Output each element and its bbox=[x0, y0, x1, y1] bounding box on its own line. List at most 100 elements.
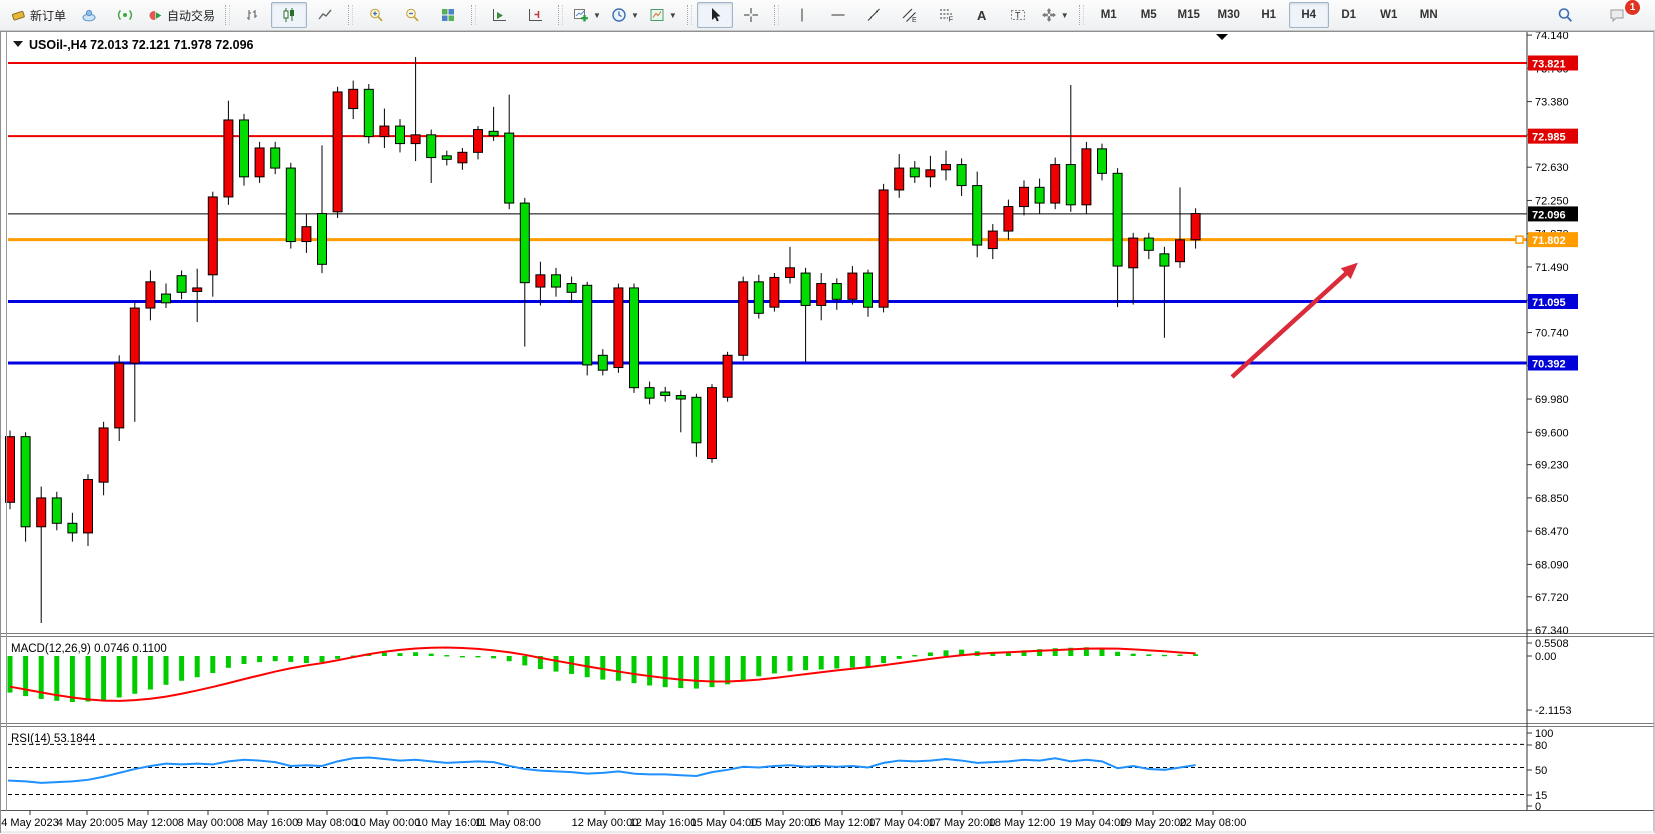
channel-icon: E bbox=[902, 7, 918, 23]
notifications-button[interactable]: 1 bbox=[1599, 2, 1635, 28]
candle-body bbox=[37, 498, 46, 527]
timeframe-m30[interactable]: M30 bbox=[1209, 2, 1249, 28]
axis-tick-label: 68.470 bbox=[1535, 526, 1569, 538]
candle-body bbox=[520, 203, 529, 283]
axis-tick-label: 70.740 bbox=[1535, 328, 1569, 340]
toolbar-group-timeframes: M1M5M15M30 H1 H4 D1 W1 MN bbox=[1089, 0, 1449, 30]
signals-button[interactable] bbox=[107, 2, 143, 28]
chart-area[interactable]: 74.14073.76073.38073.00072.63072.25071.8… bbox=[0, 31, 1655, 834]
indicators-button[interactable]: ▼ bbox=[568, 2, 606, 28]
macd-bar bbox=[117, 656, 122, 698]
axis-tick-label: 74.140 bbox=[1535, 31, 1569, 42]
candle-body bbox=[1082, 149, 1091, 205]
svg-text:T: T bbox=[1015, 11, 1021, 21]
equidistant-channel-button[interactable]: E bbox=[892, 2, 928, 28]
candle-body bbox=[489, 131, 498, 135]
charts-community-button[interactable] bbox=[71, 2, 107, 28]
candle-body bbox=[115, 363, 124, 428]
macd-bar bbox=[741, 656, 746, 680]
arrows-button[interactable]: ▼ bbox=[1036, 2, 1074, 28]
candle-body bbox=[598, 355, 607, 370]
macd-bar bbox=[164, 656, 169, 685]
candle-body bbox=[614, 288, 623, 368]
dropdown-arrow-icon[interactable]: ▼ bbox=[593, 11, 601, 20]
toolbar-grip bbox=[774, 5, 779, 25]
cursor-button[interactable] bbox=[697, 2, 733, 28]
text-label-button[interactable]: T bbox=[1000, 2, 1036, 28]
toolbar-grip bbox=[471, 5, 476, 25]
timeframe-m1[interactable]: M1 bbox=[1089, 2, 1129, 28]
tile-windows-button[interactable] bbox=[430, 2, 466, 28]
zoom-out-button[interactable] bbox=[394, 2, 430, 28]
chart-shift-button[interactable] bbox=[517, 2, 553, 28]
crosshair-button[interactable] bbox=[733, 2, 769, 28]
timeframe-mn[interactable]: MN bbox=[1409, 2, 1449, 28]
candle-body bbox=[645, 388, 654, 398]
candle-body bbox=[583, 285, 592, 365]
time-tick-label: 4 May 2023 bbox=[1, 817, 58, 829]
new-order-button[interactable]: 新订单 bbox=[6, 2, 71, 28]
auto-scroll-button[interactable] bbox=[481, 2, 517, 28]
macd-bar bbox=[881, 656, 886, 663]
cursor-icon bbox=[707, 7, 723, 23]
timeframe-d1-label: D1 bbox=[1341, 9, 1356, 21]
trendline-button[interactable] bbox=[856, 2, 892, 28]
hline-handle[interactable] bbox=[1516, 236, 1523, 243]
dropdown-arrow-icon[interactable]: ▼ bbox=[669, 11, 677, 20]
macd-bar bbox=[663, 656, 668, 687]
timeframe-m5[interactable]: M5 bbox=[1129, 2, 1169, 28]
timeframe-h1-label: H1 bbox=[1261, 9, 1276, 21]
macd-bar bbox=[819, 656, 824, 669]
line-chart-button[interactable] bbox=[307, 2, 343, 28]
macd-bar bbox=[678, 656, 683, 688]
candle-body bbox=[817, 284, 826, 306]
dropdown-arrow-icon[interactable]: ▼ bbox=[1061, 11, 1069, 20]
toolbar-group-pointer bbox=[697, 0, 769, 30]
vertical-line-button[interactable] bbox=[784, 2, 820, 28]
axis-tick-label: 67.340 bbox=[1535, 625, 1569, 637]
toolbar-group-insert: ▼ ▼ ▼ bbox=[568, 0, 682, 30]
axis-tick-label: 67.720 bbox=[1535, 592, 1569, 604]
dropdown-arrow-icon[interactable]: ▼ bbox=[631, 11, 639, 20]
macd-bar bbox=[335, 656, 340, 659]
time-tick-label: 4 May 20:00 bbox=[57, 817, 118, 829]
macd-bar bbox=[148, 656, 153, 690]
timeframe-m15[interactable]: M15 bbox=[1169, 2, 1209, 28]
fibonacci-button[interactable]: F bbox=[928, 2, 964, 28]
timeframe-h1[interactable]: H1 bbox=[1249, 2, 1289, 28]
search-button[interactable] bbox=[1547, 2, 1583, 28]
candle-body bbox=[739, 282, 748, 355]
axis-tick-label: 0.5508 bbox=[1535, 638, 1569, 650]
chart-title: USOil-,H4 72.013 72.121 71.978 72.096 bbox=[29, 38, 254, 52]
timeframe-w1[interactable]: W1 bbox=[1369, 2, 1409, 28]
toolbar-group-zoom bbox=[358, 0, 466, 30]
candle-body bbox=[271, 148, 280, 168]
periods-button[interactable]: ▼ bbox=[606, 2, 644, 28]
macd-bar bbox=[944, 650, 949, 656]
price-badge-value: 71.095 bbox=[1532, 297, 1566, 309]
zoom-in-button[interactable] bbox=[358, 2, 394, 28]
candle-body bbox=[224, 120, 233, 197]
timeframe-h4[interactable]: H4 bbox=[1289, 2, 1329, 28]
macd-bar bbox=[320, 656, 325, 662]
timeframe-d1[interactable]: D1 bbox=[1329, 2, 1369, 28]
candle-body bbox=[801, 273, 810, 305]
timeframe-w1-label: W1 bbox=[1380, 9, 1397, 21]
candle-body bbox=[364, 89, 373, 136]
candle-body bbox=[942, 165, 951, 170]
autotrading-button-label: 自动交易 bbox=[167, 7, 215, 24]
candlestick-chart-button[interactable] bbox=[271, 2, 307, 28]
time-tick-label: 17 May 20:00 bbox=[929, 817, 996, 829]
candle-body bbox=[1004, 207, 1013, 231]
candle-body bbox=[318, 214, 327, 265]
bar-chart-button[interactable] bbox=[235, 2, 271, 28]
candle-body bbox=[879, 190, 888, 307]
candle-body bbox=[1035, 187, 1044, 203]
candle-body bbox=[396, 126, 405, 143]
templates-button[interactable]: ▼ bbox=[644, 2, 682, 28]
horizontal-line-button[interactable] bbox=[820, 2, 856, 28]
time-tick-label: 5 May 12:00 bbox=[118, 817, 179, 829]
text-button[interactable]: A bbox=[964, 2, 1000, 28]
autotrading-button[interactable]: 自动交易 bbox=[143, 2, 220, 28]
price-badge-value: 73.821 bbox=[1532, 59, 1566, 71]
